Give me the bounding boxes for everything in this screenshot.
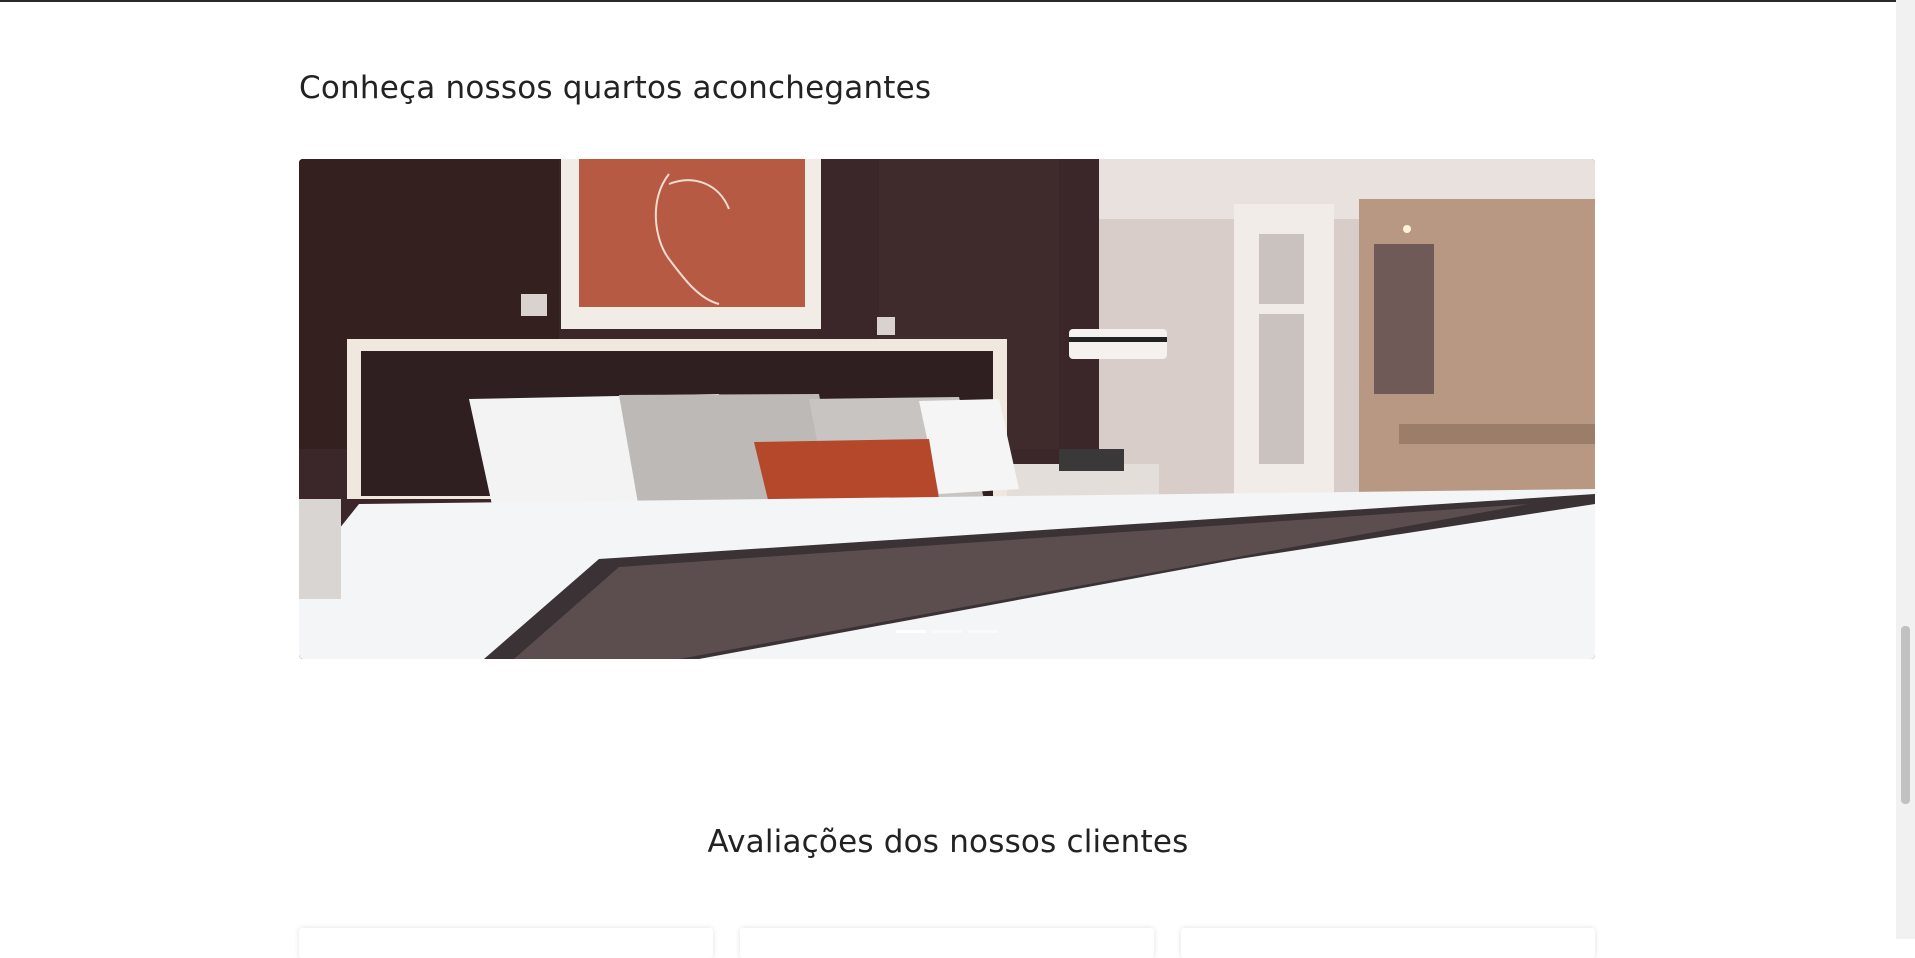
rooms-carousel[interactable] xyxy=(299,159,1595,659)
reviews-section-title: Avaliações dos nossos clientes xyxy=(707,824,1189,860)
review-card-2 xyxy=(740,928,1154,958)
carousel-indicators xyxy=(299,630,1595,633)
page-scrollbar[interactable] xyxy=(1896,0,1915,939)
review-card-3 xyxy=(1181,928,1595,958)
rooms-section-title: Conheça nossos quartos aconchegantes xyxy=(299,70,932,106)
room-photo xyxy=(299,159,1595,659)
carousel-indicator-1[interactable] xyxy=(896,630,926,633)
carousel-indicator-3[interactable] xyxy=(968,630,998,633)
top-border xyxy=(0,0,1915,2)
carousel-indicator-2[interactable] xyxy=(932,630,962,633)
scrollbar-thumb[interactable] xyxy=(1901,626,1910,804)
review-card-1 xyxy=(299,928,713,958)
